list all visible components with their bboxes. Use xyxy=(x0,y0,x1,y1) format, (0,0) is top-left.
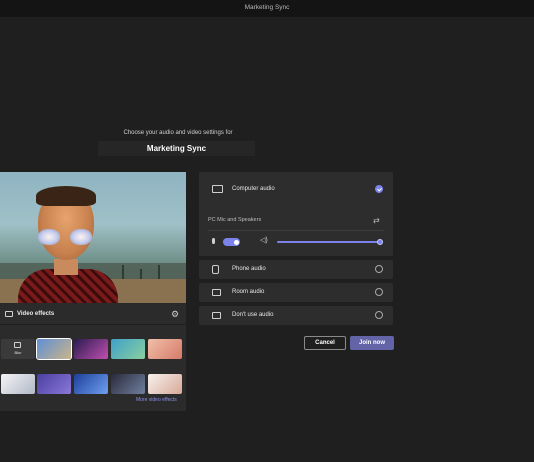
video-effects-icon xyxy=(5,311,13,317)
phone-audio-radio[interactable] xyxy=(375,265,383,273)
gear-icon[interactable]: ⚙ xyxy=(170,309,180,319)
computer-audio-radio[interactable] xyxy=(375,185,383,193)
no-audio-label: Don't use audio xyxy=(232,312,274,318)
cancel-button[interactable]: Cancel xyxy=(304,336,346,350)
more-video-effects-link[interactable]: More video effects xyxy=(136,397,177,403)
background-thumbnail-blur[interactable]: Blur xyxy=(1,339,35,359)
background-thumbnail-white-studio[interactable] xyxy=(1,374,35,394)
phone-audio-label: Phone audio xyxy=(232,266,266,272)
room-audio-radio[interactable] xyxy=(375,288,383,296)
speaker-volume-track[interactable] xyxy=(277,241,380,243)
video-effects-label: Video effects xyxy=(17,311,55,317)
video-effects-panel: Video effects ⚙ Blur More video effects xyxy=(0,303,186,411)
video-effects-header: Video effects ⚙ xyxy=(0,303,186,325)
sunglasses-lens xyxy=(38,229,60,245)
sunglasses-lens xyxy=(70,229,92,245)
room-device-icon xyxy=(212,289,221,296)
speaker-icon: ◁) xyxy=(260,237,268,244)
speaker-volume-handle[interactable] xyxy=(377,239,383,245)
background-thumbnail-bright-loft[interactable] xyxy=(148,374,182,394)
person-neck xyxy=(54,259,78,275)
meeting-name: Marketing Sync xyxy=(98,141,255,156)
audio-off-icon xyxy=(212,312,221,319)
background-thumbnail-tropical-sky[interactable] xyxy=(111,339,145,359)
background-thumbnail-purple-gradient[interactable] xyxy=(37,374,71,394)
background-thumbnail-pink-room[interactable] xyxy=(148,339,182,359)
blur-label: Blur xyxy=(14,350,22,355)
background-thumbnail-dark-grid[interactable] xyxy=(111,374,145,394)
background-thumbnail-bokeh-lights[interactable] xyxy=(74,339,108,359)
computer-audio-label: Computer audio xyxy=(232,186,275,192)
camera-preview xyxy=(0,172,186,303)
background-thumbnail-beach-sunset[interactable] xyxy=(36,338,72,360)
computer-audio-card[interactable]: Computer audio PC Mic and Speakers ⇄ ◁) xyxy=(199,172,393,256)
microphone-toggle[interactable] xyxy=(223,238,240,246)
audio-device-name[interactable]: PC Mic and Speakers xyxy=(208,217,261,223)
title-bar: Marketing Sync xyxy=(0,0,534,17)
join-now-button[interactable]: Join now xyxy=(350,336,394,350)
background-thumbnail-blue-wave[interactable] xyxy=(74,374,108,394)
person-hair xyxy=(36,186,96,206)
no-audio-radio[interactable] xyxy=(375,311,383,319)
monitor-icon xyxy=(212,185,223,193)
window-title: Marketing Sync xyxy=(244,4,290,11)
phone-icon xyxy=(212,265,219,274)
blur-icon xyxy=(14,342,21,348)
no-audio-option[interactable]: Don't use audio xyxy=(199,306,393,325)
room-audio-label: Room audio xyxy=(232,289,265,295)
microphone-icon xyxy=(212,238,215,244)
phone-audio-option[interactable]: Phone audio xyxy=(199,260,393,279)
prejoin-heading: Choose your audio and video settings for xyxy=(123,130,233,136)
device-settings-icon[interactable]: ⇄ xyxy=(373,216,380,225)
room-audio-option[interactable]: Room audio xyxy=(199,283,393,302)
divider xyxy=(208,230,384,231)
